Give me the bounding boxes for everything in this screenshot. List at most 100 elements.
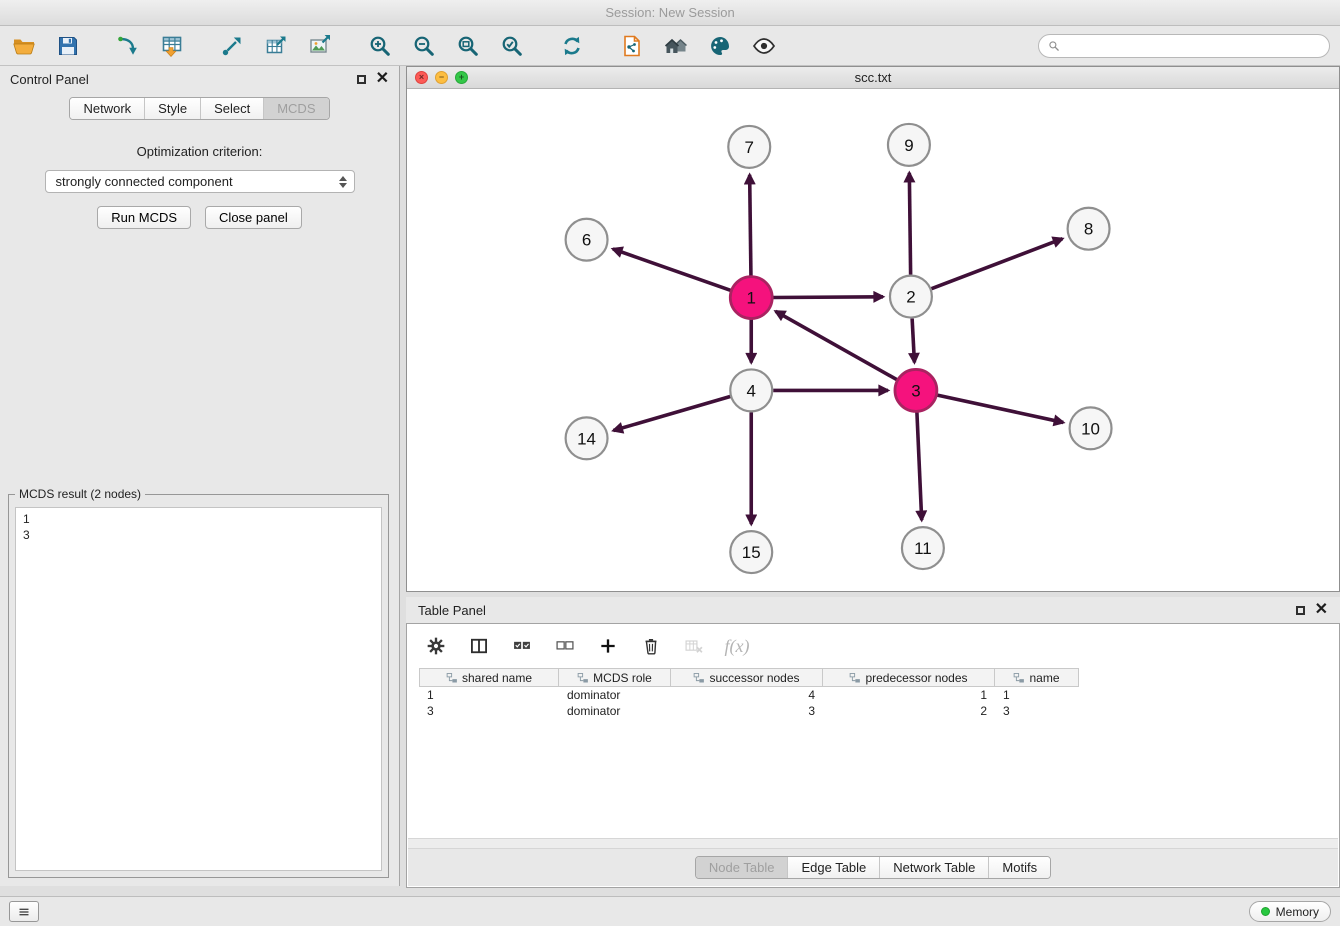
graph-node-3[interactable]: 3 — [895, 369, 937, 411]
graph-node-6[interactable]: 6 — [566, 219, 608, 261]
control-panel-header: Control Panel ✕ — [0, 66, 399, 92]
deselect-icon[interactable] — [552, 633, 578, 659]
tab-network[interactable]: Network — [70, 98, 144, 119]
open-folder-icon[interactable] — [10, 32, 38, 60]
network-file-icon[interactable] — [618, 32, 646, 60]
graph-edge-1-2[interactable] — [773, 297, 883, 298]
trash-icon[interactable] — [638, 633, 664, 659]
close-window-button[interactable]: × — [415, 71, 428, 84]
graph-node-2[interactable]: 2 — [890, 276, 932, 318]
float-table-panel-icon[interactable] — [1296, 606, 1305, 615]
column-header-predecessor-nodes[interactable]: predecessor nodes — [823, 668, 995, 687]
status-menu-button[interactable] — [9, 901, 39, 922]
svg-text:2: 2 — [906, 288, 915, 307]
table-horizontal-scrollbar[interactable] — [408, 838, 1338, 849]
tab-node-table[interactable]: Node Table — [696, 857, 788, 878]
svg-text:1: 1 — [747, 289, 756, 308]
tab-select[interactable]: Select — [200, 98, 263, 119]
close-panel-button[interactable]: Close panel — [205, 206, 302, 229]
table-cell: dominator — [559, 687, 671, 703]
zoom-fit-icon[interactable] — [454, 32, 482, 60]
network-window-title: scc.txt — [855, 70, 892, 85]
close-table-panel-icon[interactable]: ✕ — [1315, 604, 1328, 616]
graph-edge-1-6[interactable] — [613, 249, 731, 290]
graph-edge-3-1[interactable] — [776, 311, 897, 379]
node-table: shared nameMCDS rolesuccessor nodesprede… — [419, 668, 1339, 719]
optimization-criterion-value: strongly connected component — [56, 174, 233, 189]
table-header-row: shared nameMCDS rolesuccessor nodesprede… — [419, 668, 1339, 687]
graph-edge-4-14[interactable] — [613, 396, 730, 430]
table-row[interactable]: 1dominator411 — [419, 687, 1339, 703]
import-network-icon[interactable] — [114, 32, 142, 60]
column-icon[interactable] — [466, 633, 492, 659]
zoom-selected-icon[interactable] — [498, 32, 526, 60]
eye-icon[interactable] — [750, 32, 778, 60]
graph-node-4[interactable]: 4 — [730, 369, 772, 411]
tab-motifs[interactable]: Motifs — [988, 857, 1050, 878]
network-graph[interactable]: 7 9 6 8 1 2 4 3 14 10 15 11 — [407, 89, 1339, 591]
graph-node-1[interactable]: 1 — [730, 277, 772, 319]
graph-edge-2-3[interactable] — [912, 319, 914, 363]
import-table-icon[interactable] — [158, 32, 186, 60]
graph-edge-2-8[interactable] — [931, 239, 1062, 289]
mcds-result-title: MCDS result (2 nodes) — [15, 487, 145, 501]
mcds-result-node: 1 — [23, 511, 374, 527]
column-header-name[interactable]: name — [995, 668, 1079, 687]
gear-icon[interactable] — [423, 633, 449, 659]
export-table-icon[interactable] — [262, 32, 290, 60]
control-panel-tabs: NetworkStyleSelectMCDS — [69, 97, 329, 120]
graph-node-10[interactable]: 10 — [1070, 407, 1112, 449]
zoom-out-icon[interactable] — [410, 32, 438, 60]
combo-stepper-icon — [339, 176, 347, 188]
graph-edge-3-11[interactable] — [917, 412, 922, 520]
svg-text:14: 14 — [577, 429, 596, 448]
memory-button[interactable]: Memory — [1249, 901, 1331, 922]
run-mcds-button[interactable]: Run MCDS — [97, 206, 191, 229]
mcds-result-list[interactable]: 13 — [15, 507, 382, 871]
search-input[interactable] — [1065, 39, 1320, 53]
svg-text:7: 7 — [745, 138, 754, 157]
search-field[interactable] — [1038, 34, 1330, 58]
delete-table-icon — [681, 633, 707, 659]
column-header-shared-name[interactable]: shared name — [419, 668, 559, 687]
export-image-icon[interactable] — [306, 32, 334, 60]
column-header-successor-nodes[interactable]: successor nodes — [671, 668, 823, 687]
column-header-mcds-role[interactable]: MCDS role — [559, 668, 671, 687]
zoom-in-icon[interactable] — [366, 32, 394, 60]
graph-edge-1-7[interactable] — [750, 175, 751, 276]
network-canvas[interactable]: 7 9 6 8 1 2 4 3 14 10 15 11 — [407, 89, 1339, 591]
minimize-window-button[interactable]: − — [435, 71, 448, 84]
table-tabs: Node TableEdge TableNetwork TableMotifs — [695, 856, 1051, 879]
graph-node-8[interactable]: 8 — [1068, 208, 1110, 250]
tab-edge-table[interactable]: Edge Table — [787, 857, 879, 878]
graph-node-7[interactable]: 7 — [728, 126, 770, 168]
add-icon[interactable] — [595, 633, 621, 659]
refresh-icon[interactable] — [558, 32, 586, 60]
close-panel-icon[interactable]: ✕ — [376, 73, 389, 85]
home-icon[interactable] — [662, 32, 690, 60]
graph-node-9[interactable]: 9 — [888, 124, 930, 166]
select-all-icon[interactable] — [509, 633, 535, 659]
tab-mcds[interactable]: MCDS — [263, 98, 328, 119]
float-panel-icon[interactable] — [357, 75, 366, 84]
column-header-label: name — [1029, 671, 1059, 685]
network-window-titlebar[interactable]: × − + scc.txt — [407, 67, 1339, 89]
memory-status-dot-icon — [1261, 907, 1270, 916]
save-icon[interactable] — [54, 32, 82, 60]
graph-edge-2-9[interactable] — [909, 173, 910, 275]
graph-node-11[interactable]: 11 — [902, 527, 944, 569]
maximize-window-button[interactable]: + — [455, 71, 468, 84]
table-cell: 2 — [823, 703, 995, 719]
graph-edge-3-10[interactable] — [937, 395, 1063, 422]
table-row[interactable]: 3dominator323 — [419, 703, 1339, 719]
svg-text:8: 8 — [1084, 220, 1093, 239]
graph-node-15[interactable]: 15 — [730, 531, 772, 573]
tab-network-table[interactable]: Network Table — [879, 857, 988, 878]
control-panel: Control Panel ✕ NetworkStyleSelectMCDS O… — [0, 66, 400, 886]
export-network-icon[interactable] — [218, 32, 246, 60]
graph-node-14[interactable]: 14 — [566, 417, 608, 459]
control-panel-title: Control Panel — [10, 72, 89, 87]
tab-style[interactable]: Style — [144, 98, 200, 119]
style-icon[interactable] — [706, 32, 734, 60]
optimization-criterion-select[interactable]: strongly connected component — [45, 170, 355, 193]
